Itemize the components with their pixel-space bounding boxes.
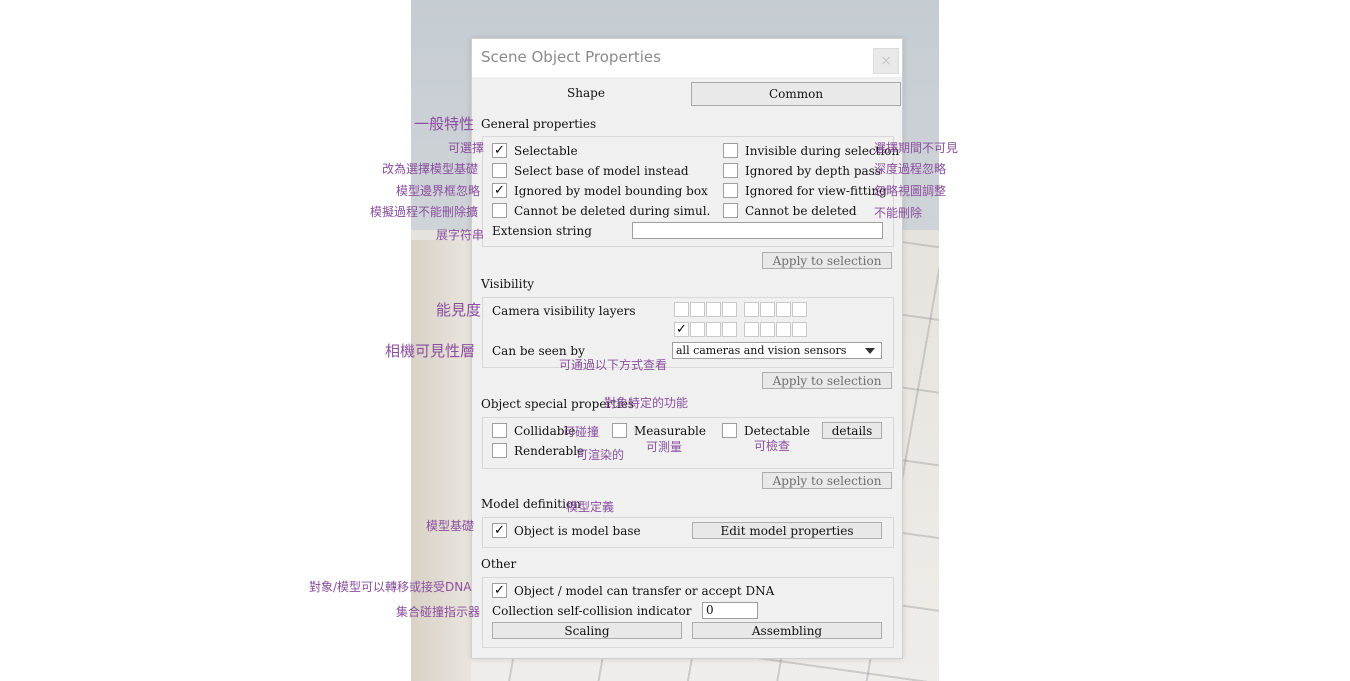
- camera-layer-checkbox[interactable]: [722, 302, 737, 317]
- detectable-label: Detectable: [744, 424, 810, 438]
- extension-string-label: Extension string: [492, 224, 592, 238]
- selectable-label: Selectable: [514, 144, 578, 158]
- visibility-apply-button[interactable]: Apply to selection: [762, 372, 892, 389]
- close-icon: ×: [880, 53, 892, 69]
- detectable-checkbox[interactable]: [722, 423, 737, 438]
- model-base-checkbox[interactable]: ✓: [492, 523, 507, 538]
- annotation-selectable: 可選擇: [448, 141, 485, 155]
- edit-model-properties-button[interactable]: Edit model properties: [692, 522, 882, 539]
- camera-layer-checkbox[interactable]: [792, 322, 807, 337]
- annotation-special: 對象特定的功能: [604, 396, 689, 410]
- select-base-label: Select base of model instead: [514, 164, 689, 178]
- dialog-titlebar[interactable]: Scene Object Properties ×: [472, 39, 902, 77]
- annotation-depth: 深度過程忽略: [874, 162, 947, 176]
- renderable-checkbox[interactable]: [492, 443, 507, 458]
- annotation-ignored-bbox: 模型邊界框忽略: [396, 184, 481, 198]
- invisible-selection-checkbox[interactable]: [723, 143, 738, 158]
- annotation-visibility: 能見度: [436, 301, 482, 319]
- camera-layer-checkbox[interactable]: [722, 322, 737, 337]
- seen-by-select[interactable]: all cameras and vision sensors: [672, 342, 882, 359]
- camera-layer-checkbox[interactable]: [674, 302, 689, 317]
- details-button[interactable]: details: [822, 422, 882, 439]
- annotation-cannot-delete-sim: 模擬過程不能刪除擴: [370, 205, 479, 219]
- ignored-bbox-label: Ignored by model bounding box: [514, 184, 708, 198]
- tab-shape[interactable]: Shape: [476, 82, 696, 104]
- measurable-label: Measurable: [634, 424, 706, 438]
- assembling-button[interactable]: Assembling: [692, 622, 882, 639]
- dialog-title: Scene Object Properties: [481, 48, 661, 66]
- ignored-view-fitting-label: Ignored for view-fitting: [745, 184, 887, 198]
- special-apply-button[interactable]: Apply to selection: [762, 472, 892, 489]
- close-button[interactable]: ×: [873, 48, 899, 74]
- annotation-extension: 展字符串: [436, 228, 485, 242]
- seen-by-value: all cameras and vision sensors: [676, 344, 847, 357]
- ignored-depth-label: Ignored by depth pass: [745, 164, 881, 178]
- camera-layer-checkbox[interactable]: [706, 322, 721, 337]
- camera-layer-checkbox[interactable]: [776, 302, 791, 317]
- annotation-dna: 對象/模型可以轉移或接受DNA: [309, 580, 472, 594]
- annotation-select-base: 改為選擇模型基礎: [382, 162, 479, 176]
- cannot-delete-sim-checkbox[interactable]: [492, 203, 507, 218]
- camera-layer-checkbox[interactable]: [760, 302, 775, 317]
- annotation-view-fit: 忽略視圖調整: [874, 184, 947, 198]
- annotation-collision: 集合碰撞指示器: [396, 605, 481, 619]
- general-apply-button[interactable]: Apply to selection: [762, 252, 892, 269]
- cannot-delete-checkbox[interactable]: [723, 203, 738, 218]
- chevron-down-icon: [865, 348, 875, 354]
- camera-layer-checkbox[interactable]: [760, 322, 775, 337]
- annotation-renderable: 可渲染的: [576, 448, 625, 462]
- annotation-measurable: 可測量: [646, 440, 683, 454]
- cannot-delete-label: Cannot be deleted: [745, 204, 857, 218]
- ignored-bbox-checkbox[interactable]: ✓: [492, 183, 507, 198]
- camera-layer-checkbox[interactable]: [776, 322, 791, 337]
- dna-checkbox[interactable]: ✓: [492, 583, 507, 598]
- camera-layers-label: Camera visibility layers: [492, 304, 636, 318]
- scene-object-properties-dialog: Scene Object Properties × Shape Common G…: [471, 38, 903, 659]
- camera-layer-checkbox[interactable]: [690, 322, 705, 337]
- camera-layer-checkbox[interactable]: [792, 302, 807, 317]
- annotation-collidable: 可碰撞: [563, 425, 600, 439]
- camera-layer-checkbox[interactable]: [706, 302, 721, 317]
- collidable-checkbox[interactable]: [492, 423, 507, 438]
- camera-layer-checkbox[interactable]: [690, 302, 705, 317]
- camera-layer-checkbox[interactable]: ✓: [674, 322, 689, 337]
- extension-string-input[interactable]: [632, 222, 883, 239]
- select-base-checkbox[interactable]: [492, 163, 507, 178]
- visibility-heading: Visibility: [481, 277, 535, 291]
- annotation-model-def: 模型定義: [566, 500, 615, 514]
- ignored-depth-checkbox[interactable]: [723, 163, 738, 178]
- measurable-checkbox[interactable]: [612, 423, 627, 438]
- selectable-checkbox[interactable]: ✓: [492, 143, 507, 158]
- annotation-seen-by: 可通過以下方式查看: [559, 358, 668, 372]
- renderable-label: Renderable: [514, 444, 585, 458]
- annotation-detectable: 可檢查: [754, 439, 791, 453]
- cannot-delete-sim-label: Cannot be deleted during simul.: [514, 204, 711, 218]
- tab-common[interactable]: Common: [691, 82, 901, 106]
- ignored-view-fitting-checkbox[interactable]: [723, 183, 738, 198]
- camera-layer-checkbox[interactable]: [744, 322, 759, 337]
- model-base-label: Object is model base: [514, 524, 641, 538]
- annotation-general: 一般特性: [414, 115, 475, 133]
- annotation-model-base: 模型基礎: [426, 519, 475, 533]
- camera-layer-checkbox[interactable]: [744, 302, 759, 317]
- dna-label: Object / model can transfer or accept DN…: [514, 584, 775, 598]
- collision-indicator-label: Collection self-collision indicator: [492, 604, 692, 618]
- other-heading: Other: [481, 557, 517, 571]
- annotation-invisible: 選擇期間不可見: [874, 141, 959, 155]
- annotation-camera-layers: 相機可見性層: [385, 342, 476, 360]
- general-properties-heading: General properties: [481, 117, 597, 131]
- annotation-cannot-delete: 不能刪除: [874, 206, 923, 220]
- scaling-button[interactable]: Scaling: [492, 622, 682, 639]
- collision-indicator-input[interactable]: 0: [702, 602, 758, 619]
